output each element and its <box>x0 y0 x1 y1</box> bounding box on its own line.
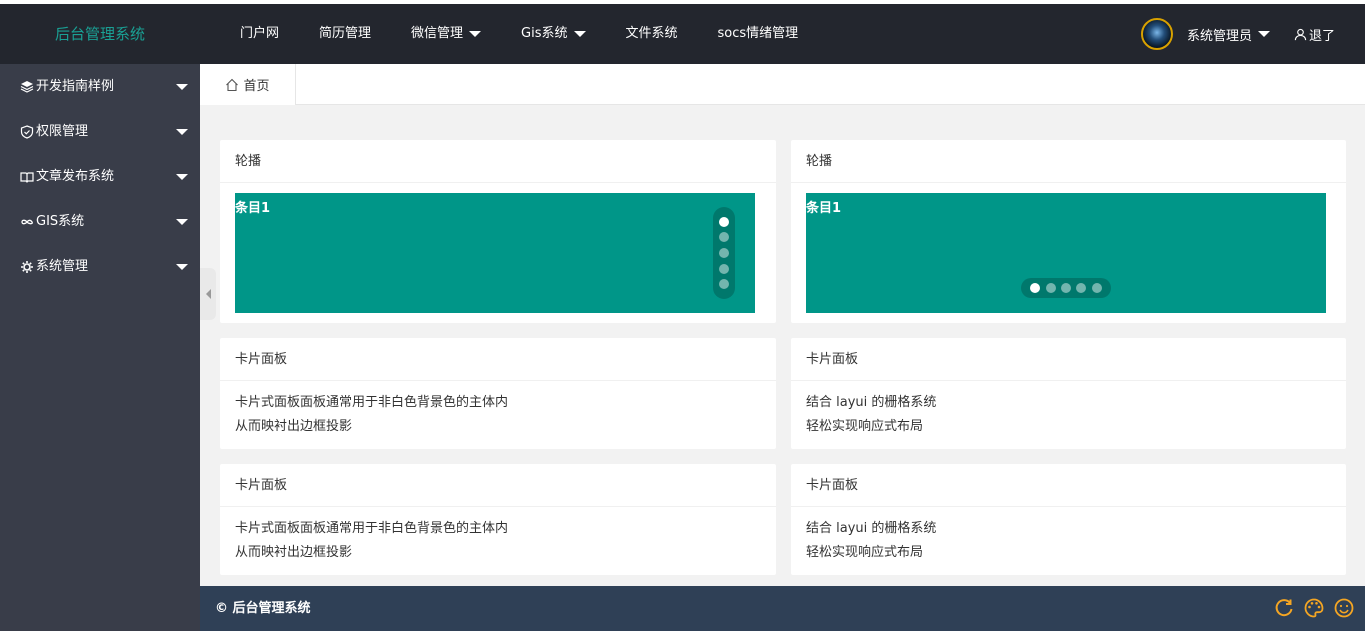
nav-label: 门户网 <box>240 26 280 41</box>
carousel-card-horizontal: 轮播 条目1 <box>791 140 1346 323</box>
footer-icons <box>1273 597 1355 619</box>
refresh-icon[interactable] <box>1273 597 1295 619</box>
tab-label: 首页 <box>243 79 270 94</box>
smile-icon[interactable] <box>1333 597 1355 619</box>
card-text: 结合 layui 的栅格系统 <box>806 395 937 410</box>
top-header: 后台管理系统 门户网 简历管理 微信管理 Gis系统 文件系统 socs情绪管理… <box>0 0 1365 64</box>
nav-item-gis[interactable]: Gis系统 <box>501 4 605 64</box>
carousel-indicators <box>1021 278 1111 298</box>
card-text: 卡片式面板面板通常用于非白色背景色的主体内 <box>235 395 509 410</box>
caret-down-icon <box>573 31 586 37</box>
carousel-item-label: 条目1 <box>806 201 842 216</box>
sidebar-item-label: 权限管理 <box>36 124 89 139</box>
nav-label: socs情绪管理 <box>717 26 799 41</box>
caret-down-icon <box>1257 31 1270 37</box>
header-user-area: 系统管理员 退了 <box>1140 4 1335 64</box>
carousel-indicators <box>713 207 735 299</box>
card-text: 结合 layui 的栅格系统 <box>806 521 937 536</box>
card-text: 轻松实现响应式布局 <box>806 419 924 434</box>
home-icon <box>226 78 239 91</box>
chevron-left-icon <box>205 289 211 299</box>
nav-item-portal[interactable]: 门户网 <box>220 4 299 64</box>
sidebar-item-label: 开发指南样例 <box>36 79 115 94</box>
nav-label: 微信管理 <box>411 26 464 41</box>
card-text: 轻松实现响应式布局 <box>806 545 924 560</box>
carousel-dot[interactable] <box>1060 283 1071 293</box>
card-title: 卡片面板 <box>791 338 1346 381</box>
caret-down-icon <box>469 31 482 37</box>
card-panel: 卡片面板 卡片式面板面板通常用于非白色背景色的主体内 从而映衬出边框投影 <box>220 338 776 449</box>
book-icon <box>20 171 34 183</box>
tab-home[interactable]: 首页 <box>200 64 296 105</box>
top-nav: 门户网 简历管理 微信管理 Gis系统 文件系统 socs情绪管理 <box>220 4 818 64</box>
nav-item-wechat[interactable]: 微信管理 <box>391 4 501 64</box>
caret-down-icon <box>176 84 188 90</box>
card-body: 结合 layui 的栅格系统 轻松实现响应式布局 <box>791 507 1346 575</box>
carousel-dot[interactable] <box>1030 283 1041 293</box>
card-body: 卡片式面板面板通常用于非白色背景色的主体内 从而映衬出边框投影 <box>220 507 776 575</box>
card-title: 卡片面板 <box>791 464 1346 507</box>
palette-icon[interactable] <box>1303 597 1325 619</box>
nav-item-socs[interactable]: socs情绪管理 <box>698 4 819 64</box>
carousel-item-label: 条目1 <box>235 201 271 216</box>
card-panel: 卡片面板 卡片式面板面板通常用于非白色背景色的主体内 从而映衬出边框投影 <box>220 464 776 575</box>
card-text: 从而映衬出边框投影 <box>235 419 353 434</box>
logout-link[interactable]: 退了 <box>1294 25 1335 44</box>
user-name: 系统管理员 <box>1186 28 1252 44</box>
sidebar-item-articles[interactable]: 文章发布系统 <box>0 154 200 199</box>
infinity-icon <box>21 219 33 224</box>
logout-label: 退了 <box>1308 28 1335 44</box>
gear-icon <box>21 260 33 273</box>
card-body: 结合 layui 的栅格系统 轻松实现响应式布局 <box>791 381 1346 449</box>
shield-icon <box>20 124 34 139</box>
card-panel: 卡片面板 结合 layui 的栅格系统 轻松实现响应式布局 <box>791 464 1346 575</box>
sidebar-item-gis[interactable]: GIS系统 <box>0 199 200 244</box>
sidebar-item-permissions[interactable]: 权限管理 <box>0 109 200 154</box>
nav-item-files[interactable]: 文件系统 <box>606 4 698 64</box>
user-icon <box>1294 28 1307 40</box>
carousel-dot[interactable] <box>719 216 729 227</box>
caret-down-icon <box>176 174 188 180</box>
card-text: 卡片式面板面板通常用于非白色背景色的主体内 <box>235 521 509 536</box>
nav-label: Gis系统 <box>521 26 568 41</box>
app-logo[interactable]: 后台管理系统 <box>0 4 200 64</box>
sidebar-item-label: 系统管理 <box>36 259 89 274</box>
nav-label: 文件系统 <box>625 26 678 41</box>
tab-bar: 首页 <box>200 64 1365 105</box>
card-title: 卡片面板 <box>220 464 776 507</box>
card-title: 轮播 <box>791 140 1346 183</box>
carousel-dot[interactable] <box>719 247 729 258</box>
caret-down-icon <box>176 219 188 225</box>
sidebar: 开发指南样例 权限管理 文章发布系统 GIS系统 系统管理 <box>0 64 200 631</box>
card-text: 从而映衬出边框投影 <box>235 545 353 560</box>
carousel-dot[interactable] <box>719 263 729 274</box>
footer: © 后台管理系统 <box>200 586 1365 631</box>
avatar[interactable] <box>1140 18 1173 50</box>
sidebar-item-label: 文章发布系统 <box>36 169 115 184</box>
card-title: 轮播 <box>220 140 776 183</box>
nav-label: 简历管理 <box>319 26 372 41</box>
layers-icon <box>20 80 34 93</box>
carousel[interactable]: 条目1 <box>235 193 755 313</box>
sidebar-collapse-handle[interactable] <box>200 268 216 320</box>
carousel-card-vertical: 轮播 条目1 <box>220 140 776 323</box>
card-title: 卡片面板 <box>220 338 776 381</box>
card-body: 卡片式面板面板通常用于非白色背景色的主体内 从而映衬出边框投影 <box>220 381 776 449</box>
sidebar-item-dev-guide[interactable]: 开发指南样例 <box>0 64 200 109</box>
carousel-dot[interactable] <box>1045 283 1056 293</box>
user-menu[interactable]: 系统管理员 <box>1187 25 1270 44</box>
carousel-dot[interactable] <box>1076 283 1087 293</box>
carousel-dot[interactable] <box>719 279 729 290</box>
footer-copyright: © 后台管理系统 <box>215 601 311 616</box>
carousel-dot[interactable] <box>1091 283 1102 293</box>
card-panel: 卡片面板 结合 layui 的栅格系统 轻松实现响应式布局 <box>791 338 1346 449</box>
nav-item-resume[interactable]: 简历管理 <box>299 4 391 64</box>
sidebar-item-system[interactable]: 系统管理 <box>0 244 200 289</box>
carousel[interactable]: 条目1 <box>806 193 1326 313</box>
caret-down-icon <box>176 264 188 270</box>
sidebar-item-label: GIS系统 <box>36 214 85 229</box>
caret-down-icon <box>176 129 188 135</box>
carousel-dot[interactable] <box>719 232 729 243</box>
